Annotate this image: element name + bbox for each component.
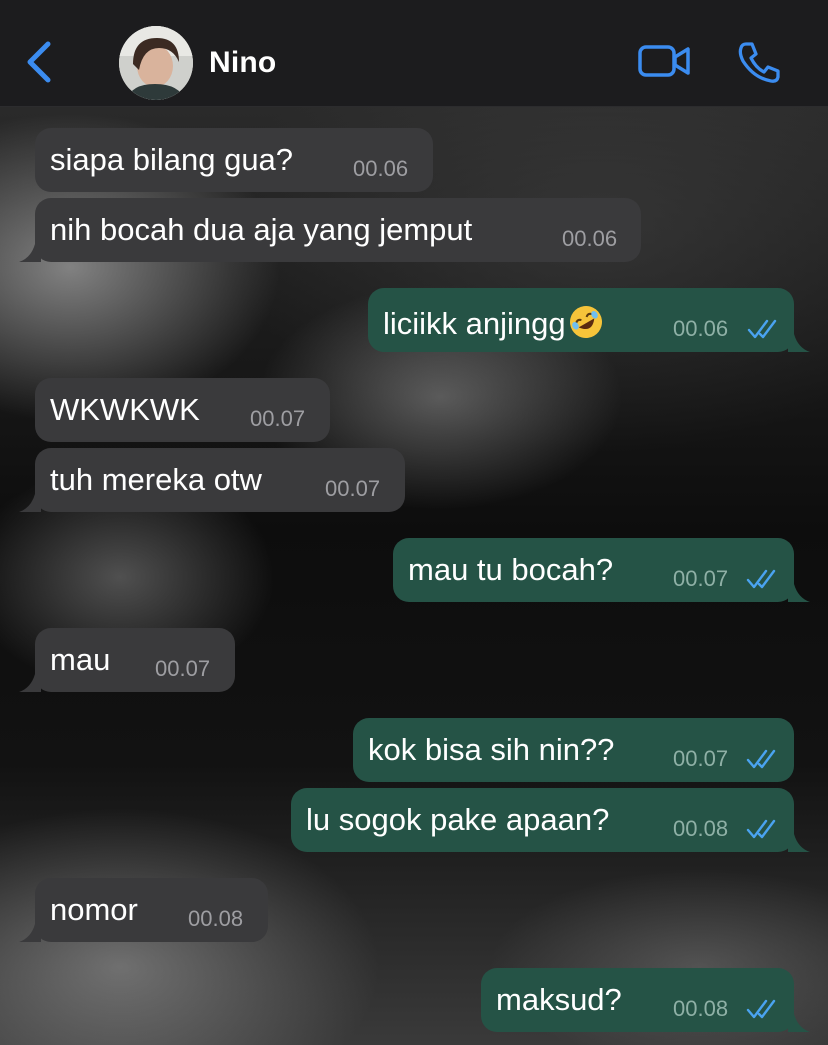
chat-header: Nino bbox=[0, 0, 828, 107]
read-receipt-icon bbox=[747, 319, 777, 339]
message-text: kok bisa sih nin?? bbox=[368, 732, 615, 767]
incoming-message-bubble[interactable]: WKWKWK 00.07 bbox=[35, 378, 330, 442]
video-call-icon[interactable] bbox=[637, 41, 691, 81]
outgoing-message-bubble[interactable]: kok bisa sih nin?? 00.07 bbox=[353, 718, 794, 782]
message-text: nih bocah dua aja yang jemput bbox=[50, 212, 473, 247]
bubble-tail bbox=[19, 924, 41, 942]
message-text: lu sogok pake apaan? bbox=[306, 802, 610, 837]
read-receipt-icon bbox=[746, 749, 776, 769]
outgoing-message-bubble[interactable]: mau tu bocah? 00.07 bbox=[393, 538, 810, 602]
message-text: liciikk anjingg bbox=[383, 304, 604, 340]
message-timestamp: 00.07 bbox=[325, 476, 381, 501]
bubble-tail bbox=[19, 494, 41, 512]
incoming-message-bubble[interactable]: nomor 00.08 bbox=[19, 878, 268, 942]
message-text: WKWKWK bbox=[50, 392, 200, 427]
rolling-laughing-emoji-icon bbox=[569, 306, 602, 338]
message-timestamp: 00.07 bbox=[673, 566, 729, 591]
outgoing-message-bubble[interactable]: maksud? 00.08 bbox=[481, 968, 810, 1032]
bubble-tail bbox=[788, 584, 810, 602]
message-timestamp: 00.06 bbox=[562, 226, 618, 251]
incoming-message-bubble[interactable]: mau 00.07 bbox=[19, 628, 235, 692]
message-list[interactable]: siapa bilang gua? 00.06 nih bocah dua aja … bbox=[0, 107, 828, 1045]
message-timestamp: 00.07 bbox=[673, 746, 729, 771]
read-receipt-icon bbox=[746, 999, 776, 1019]
back-chevron-icon[interactable] bbox=[22, 38, 54, 86]
message-text: nomor bbox=[50, 892, 138, 927]
incoming-message-bubble[interactable]: nih bocah dua aja yang jemput 00.06 bbox=[19, 198, 641, 262]
outgoing-message-bubble[interactable]: liciikk anjingg 00.06 bbox=[368, 288, 810, 352]
incoming-message-bubble[interactable]: tuh mereka otw 00.07 bbox=[19, 448, 405, 512]
message-text: maksud? bbox=[496, 982, 622, 1017]
message-text: tuh mereka otw bbox=[50, 462, 262, 497]
bubble-tail bbox=[788, 334, 810, 352]
bubble-tail bbox=[19, 674, 41, 692]
read-receipt-icon bbox=[746, 819, 776, 839]
message-timestamp: 00.08 bbox=[673, 816, 729, 841]
outgoing-message-bubble[interactable]: lu sogok pake apaan? 00.08 bbox=[291, 788, 810, 852]
incoming-message-bubble[interactable]: siapa bilang gua? 00.06 bbox=[35, 128, 433, 192]
bubble-tail bbox=[788, 1014, 810, 1032]
phone-call-icon[interactable] bbox=[736, 40, 782, 84]
message-timestamp: 00.07 bbox=[155, 656, 211, 681]
bubble-tail bbox=[19, 244, 41, 262]
message-timestamp: 00.08 bbox=[673, 996, 729, 1021]
message-text: mau bbox=[50, 642, 111, 677]
message-timestamp: 00.08 bbox=[188, 906, 244, 931]
message-timestamp: 00.06 bbox=[673, 316, 729, 341]
contact-name[interactable]: Nino bbox=[209, 46, 276, 80]
message-text: mau tu bocah? bbox=[408, 552, 614, 587]
read-receipt-icon bbox=[746, 569, 776, 589]
message-timestamp: 00.06 bbox=[353, 156, 409, 181]
message-timestamp: 00.07 bbox=[250, 406, 306, 431]
message-text: siapa bilang gua? bbox=[50, 142, 294, 177]
bubble-tail bbox=[788, 834, 810, 852]
contact-avatar[interactable] bbox=[119, 26, 193, 100]
